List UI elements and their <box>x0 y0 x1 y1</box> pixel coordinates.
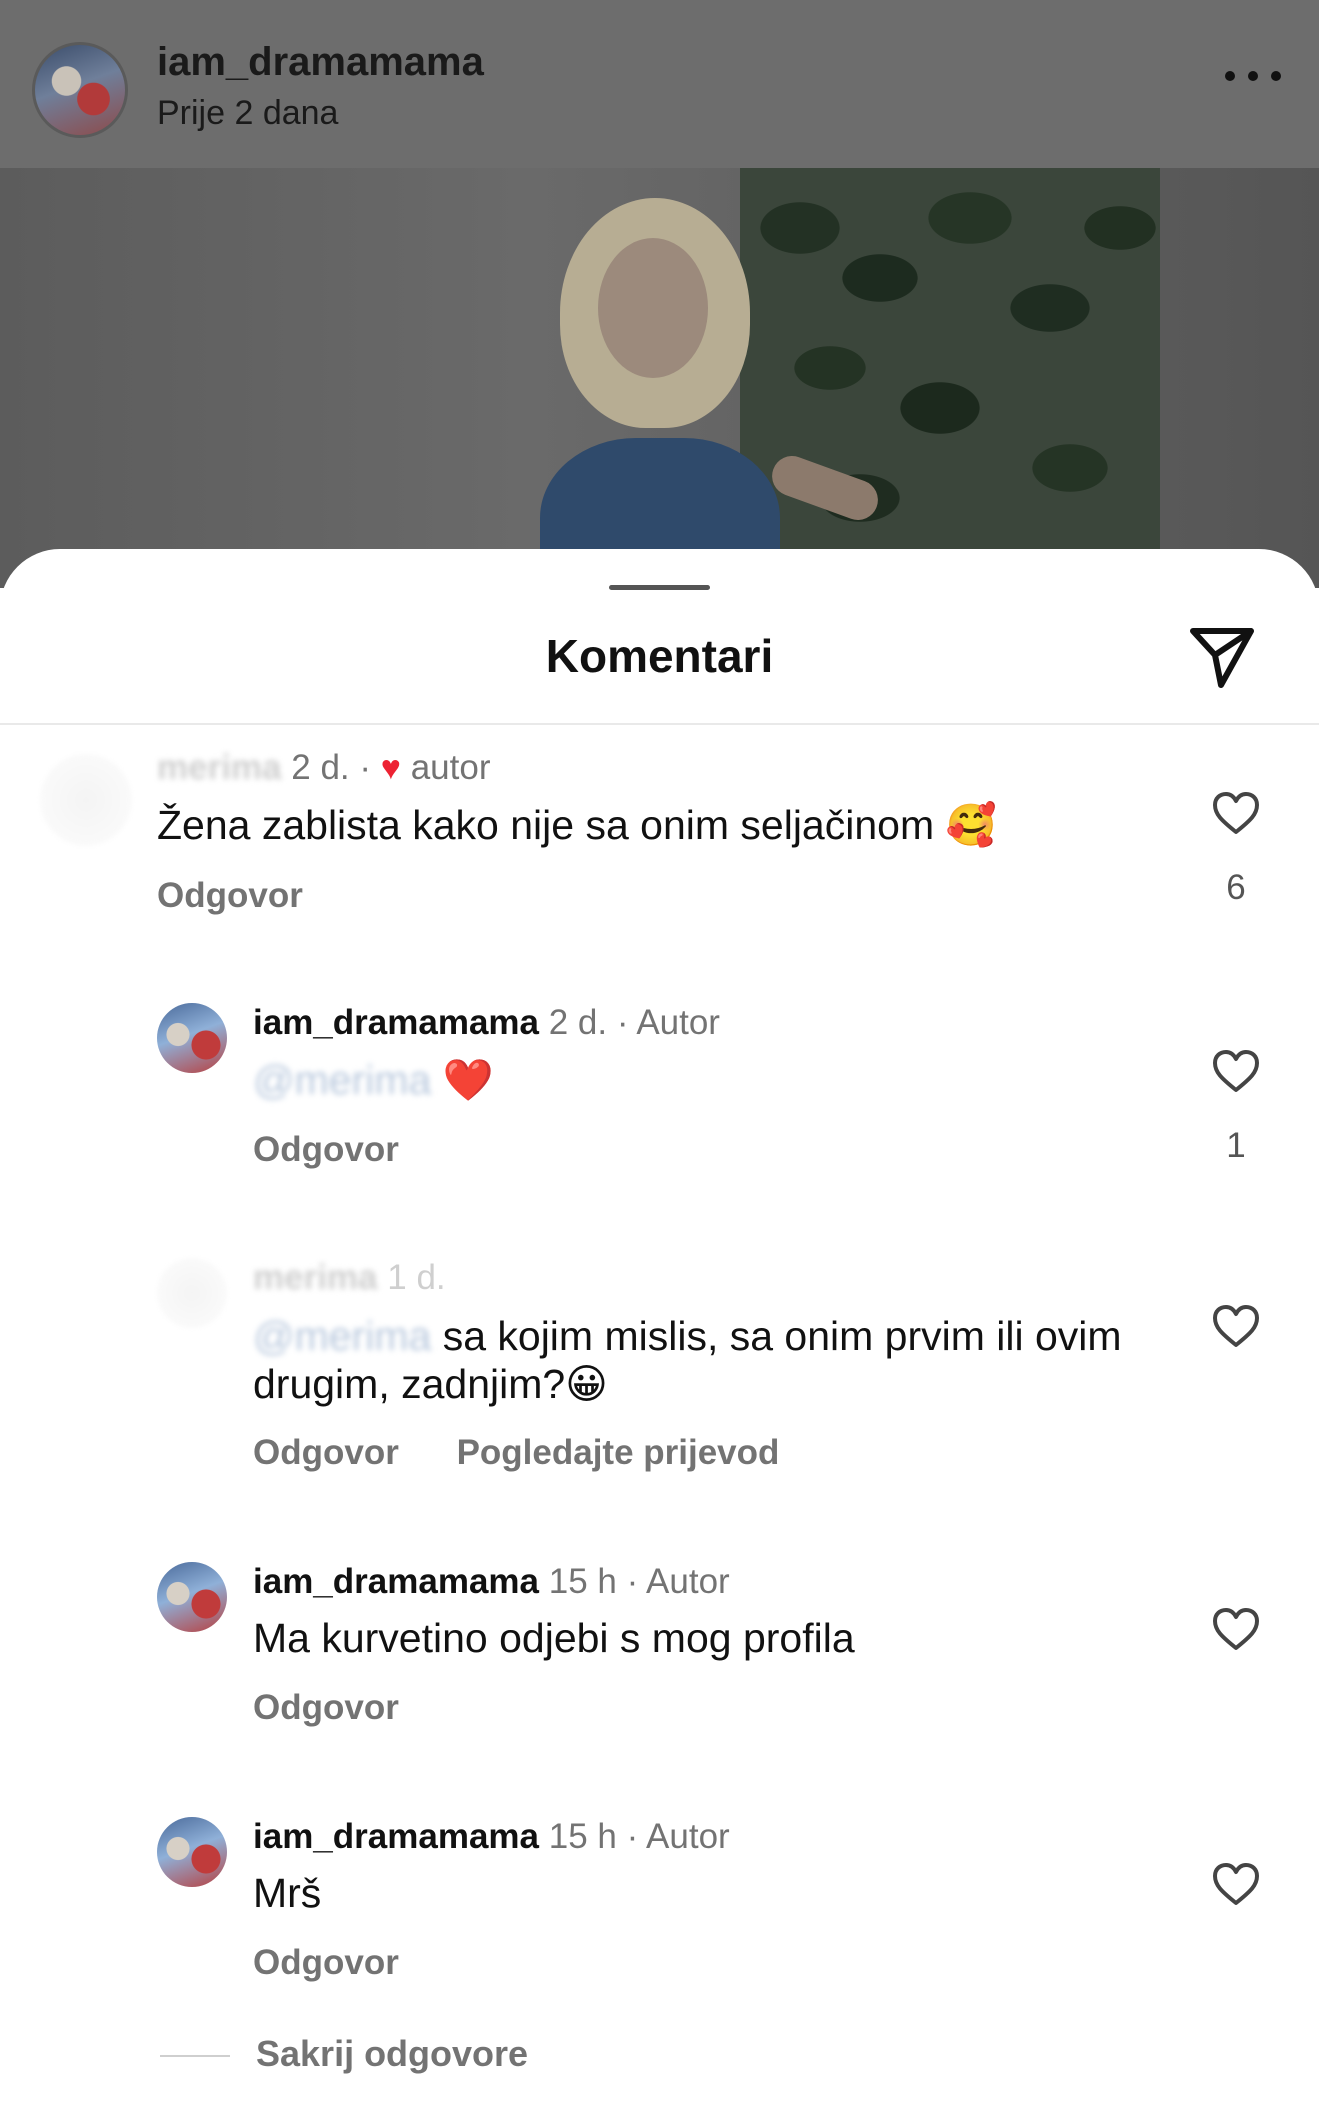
heart-outline-icon[interactable] <box>1211 1303 1261 1349</box>
comment-username[interactable]: iam_dramamama <box>253 1003 539 1042</box>
heart-outline-icon[interactable] <box>1211 1606 1261 1652</box>
comment-time: 2 d. <box>548 1003 608 1042</box>
comment-time: 2 d. <box>291 748 350 787</box>
comment-actions: Odgovor <box>253 1130 399 1170</box>
comment-actions: Odgovor Pogledajte prijevod <box>253 1433 779 1473</box>
like-count: 6 <box>1226 868 1246 907</box>
comment-time: 1 d. <box>387 1258 446 1297</box>
sheet-drag-handle[interactable] <box>609 585 710 590</box>
mention-link[interactable]: @merima <box>253 1313 431 1359</box>
reply-button[interactable]: Odgovor <box>157 876 303 915</box>
more-options-icon[interactable] <box>1225 66 1281 86</box>
hide-replies-button[interactable]: Sakrij odgovore <box>256 2033 528 2075</box>
comment-text: Ma kurvetino odjebi s mog profila <box>253 1615 855 1661</box>
comment-username[interactable]: iam_dramamama <box>253 1562 539 1601</box>
comment-meta: merima 2 d. · ♥ autor <box>157 748 490 788</box>
comment-username[interactable]: merima <box>157 748 282 787</box>
comment-meta: iam_dramamama 15 h · Autor <box>253 1562 730 1602</box>
comment-meta: merima 1 d. <box>253 1258 446 1298</box>
comment-time: 15 h <box>548 1817 617 1856</box>
reply-button[interactable]: Odgovor <box>253 1433 399 1472</box>
comment-time: 15 h <box>548 1562 617 1601</box>
paper-plane-icon[interactable] <box>1188 625 1256 691</box>
post-timestamp: Prije 2 dana <box>157 94 339 132</box>
author-badge: Autor <box>636 1003 720 1042</box>
reply-button[interactable]: Odgovor <box>253 1130 399 1169</box>
avatar[interactable] <box>157 1817 227 1887</box>
reply-button[interactable]: Odgovor <box>253 1688 399 1727</box>
avatar[interactable] <box>40 754 132 846</box>
comment-username[interactable]: merima <box>253 1258 378 1297</box>
post-author-username[interactable]: iam_dramamama <box>157 40 484 85</box>
heart-outline-icon[interactable] <box>1211 790 1261 836</box>
reply-button[interactable]: Odgovor <box>253 1943 399 1982</box>
plant-graphic <box>740 168 1160 588</box>
replies-divider <box>160 2055 230 2057</box>
like-count: 1 <box>1226 1126 1246 1165</box>
comment-text: @merima ❤️ <box>253 1056 1213 1104</box>
author-liked-heart-icon: ♥ <box>380 749 401 787</box>
comment-username[interactable]: iam_dramamama <box>253 1817 539 1856</box>
comment-meta: iam_dramamama 2 d. · Autor <box>253 1003 720 1043</box>
post-image <box>0 168 1319 588</box>
comment-text: Žena zablista kako nije sa onim seljačin… <box>157 802 997 848</box>
avatar[interactable] <box>157 1258 227 1328</box>
divider <box>0 723 1319 725</box>
heart-outline-icon[interactable] <box>1211 1861 1261 1907</box>
author-badge: Autor <box>646 1817 730 1856</box>
avatar[interactable] <box>157 1562 227 1632</box>
comment-text: @merima sa kojim mislis, sa onim prvim i… <box>253 1312 1153 1408</box>
see-translation-button[interactable]: Pogledajte prijevod <box>457 1433 780 1472</box>
comment-actions: Odgovor <box>157 876 303 916</box>
comment-text: Mrš <box>253 1870 322 1916</box>
separator-dot: · <box>626 1562 639 1601</box>
comment-actions: Odgovor <box>253 1943 399 1983</box>
comment-emoji: ❤️ <box>442 1057 494 1103</box>
author-badge: autor <box>410 748 491 787</box>
author-badge: Autor <box>646 1562 730 1601</box>
comment-meta: iam_dramamama 15 h · Autor <box>253 1817 730 1857</box>
sheet-title: Komentari <box>545 630 774 682</box>
comment-actions: Odgovor <box>253 1688 399 1728</box>
avatar[interactable] <box>157 1003 227 1073</box>
mention-link[interactable]: @merima <box>253 1057 431 1103</box>
heart-outline-icon[interactable] <box>1211 1048 1261 1094</box>
separator-dot: · <box>359 748 372 787</box>
post-header: iam_dramamama Prije 2 dana <box>0 0 1319 168</box>
separator-dot: · <box>626 1817 639 1856</box>
separator-dot: · <box>616 1003 629 1042</box>
post-author-avatar[interactable] <box>32 42 128 138</box>
